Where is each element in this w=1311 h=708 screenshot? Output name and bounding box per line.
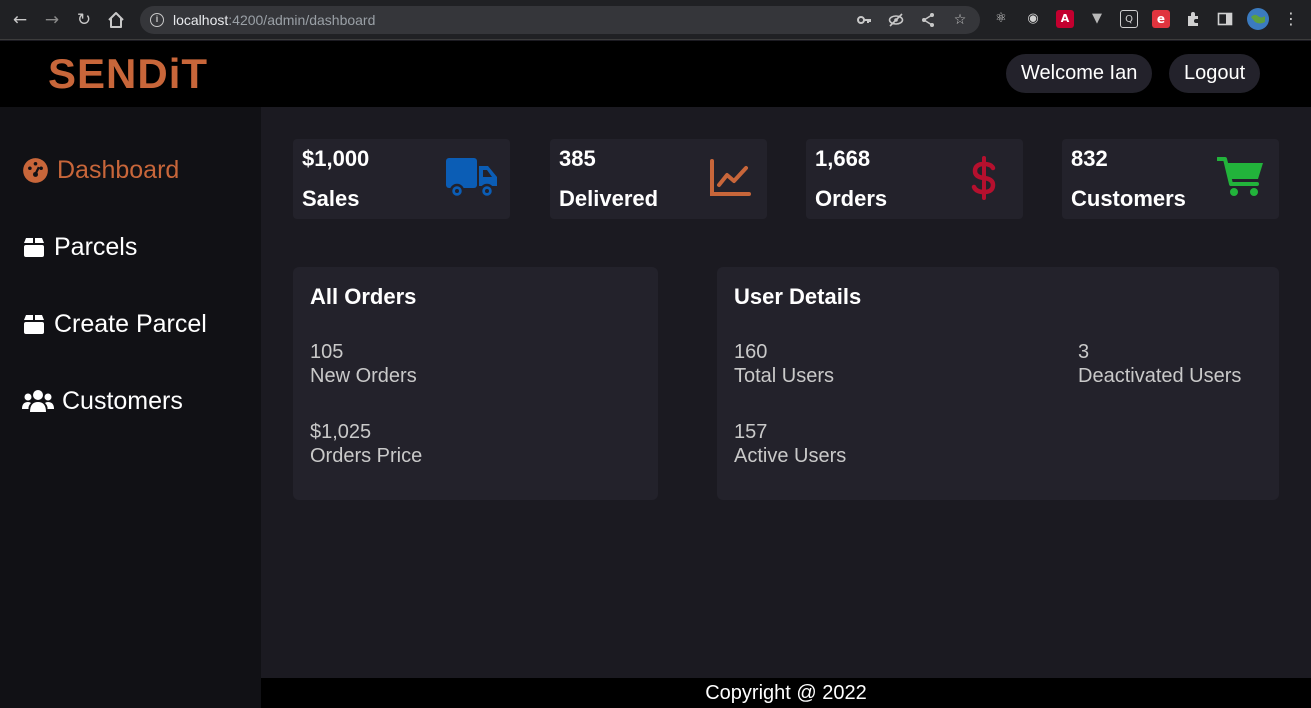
- share-icon[interactable]: [918, 10, 938, 30]
- metric-label: Orders Price: [310, 445, 423, 467]
- stat-value: 832: [1071, 146, 1108, 171]
- all-orders-panel: All Orders 105 New Orders $1,025 Orders …: [293, 267, 658, 500]
- deactivated-users-metric: 3 Deactivated Users: [1078, 340, 1241, 388]
- metric-value: $1,025: [310, 421, 372, 443]
- address-bar[interactable]: i localhost:4200/admin/dashboard ☆: [140, 6, 980, 34]
- sidebar-item-create-parcel[interactable]: Create Parcel: [22, 309, 207, 339]
- metric-value: 105: [310, 341, 344, 363]
- sidebar-item-label: Dashboard: [57, 155, 180, 184]
- user-details-panel: User Details 160 Total Users 3 Deactivat…: [717, 267, 1279, 500]
- sidebar-item-customers[interactable]: Customers: [22, 386, 183, 416]
- stat-value: $1,000: [302, 146, 370, 171]
- sidebar-item-dashboard[interactable]: Dashboard: [22, 155, 179, 185]
- box-icon: [22, 235, 46, 259]
- sendit-logo[interactable]: SENDiT: [48, 50, 208, 98]
- vue-extension-icon[interactable]: ▼: [1088, 10, 1106, 28]
- copyright-text: Copyright @ 2022: [705, 682, 867, 704]
- metric-value: 3: [1078, 341, 1090, 363]
- stat-label: Sales: [302, 186, 360, 211]
- extension-circle-icon[interactable]: ◉: [1024, 10, 1042, 28]
- stat-card-sales[interactable]: $1,000 Sales: [293, 139, 510, 219]
- site-info-icon[interactable]: i: [150, 13, 164, 27]
- browser-toolbar: ← → ↻ i localhost:4200/admin/dashboard ☆…: [0, 0, 1311, 40]
- stat-card-orders[interactable]: 1,668 Orders: [806, 139, 1023, 219]
- metric-value: 160: [734, 341, 768, 363]
- forward-icon[interactable]: →: [40, 8, 64, 32]
- e-extension-icon[interactable]: e: [1152, 10, 1170, 28]
- stat-card-delivered[interactable]: 385 Delivered: [550, 139, 767, 219]
- welcome-button[interactable]: Welcome Ian: [1006, 54, 1153, 93]
- bookmark-star-icon[interactable]: ☆: [950, 10, 970, 30]
- reload-icon[interactable]: ↻: [72, 8, 96, 32]
- dollar-icon: [971, 156, 997, 205]
- metric-label: New Orders: [310, 365, 417, 387]
- home-icon[interactable]: [104, 8, 128, 32]
- sidebar-item-label: Parcels: [54, 232, 138, 261]
- box-icon: [22, 312, 46, 336]
- sidebar-item-label: Customers: [62, 386, 183, 415]
- users-icon: [22, 388, 54, 414]
- metric-label: Deactivated Users: [1078, 365, 1242, 387]
- cart-icon: [1216, 156, 1265, 203]
- search-extension-icon[interactable]: Q: [1120, 10, 1138, 28]
- stat-label: Orders: [815, 186, 888, 211]
- metric-value: 157: [734, 421, 768, 443]
- metric-label: Total Users: [734, 365, 835, 387]
- stat-label: Delivered: [559, 186, 659, 211]
- panel-title: User Details: [734, 284, 862, 309]
- stat-value: 1,668: [815, 146, 871, 171]
- dashboard-icon: [22, 157, 49, 184]
- eye-off-icon[interactable]: [886, 10, 906, 30]
- orders-price-metric: $1,025 Orders Price: [310, 420, 422, 468]
- stat-card-customers[interactable]: 832 Customers: [1062, 139, 1279, 219]
- browser-menu-icon[interactable]: ⋮: [1282, 10, 1300, 28]
- active-users-metric: 157 Active Users: [734, 420, 846, 468]
- app-header: SENDiT Welcome Ian Logout: [0, 41, 1311, 107]
- logout-button[interactable]: Logout: [1169, 54, 1261, 93]
- total-users-metric: 160 Total Users: [734, 340, 834, 388]
- react-devtools-icon[interactable]: ⚛: [992, 10, 1010, 28]
- back-icon[interactable]: ←: [8, 8, 32, 32]
- sidebar: Dashboard Parcels Create Parcel Customer…: [0, 107, 261, 708]
- url-text[interactable]: localhost:4200/admin/dashboard: [173, 12, 375, 28]
- angular-extension-icon[interactable]: A: [1056, 10, 1074, 28]
- new-orders-metric: 105 New Orders: [310, 340, 417, 388]
- stat-label: Customers: [1071, 186, 1186, 211]
- panel-title: All Orders: [310, 284, 417, 309]
- metric-label: Active Users: [734, 445, 847, 467]
- sidebar-item-label: Create Parcel: [54, 309, 207, 338]
- side-panel-icon[interactable]: [1216, 10, 1234, 28]
- profile-avatar-icon[interactable]: [1247, 8, 1269, 30]
- sidebar-item-parcels[interactable]: Parcels: [22, 232, 137, 262]
- stat-value: 385: [559, 146, 596, 171]
- puzzle-extensions-icon[interactable]: [1184, 10, 1202, 28]
- truck-icon: [446, 156, 498, 205]
- footer: Copyright @ 2022: [261, 678, 1311, 708]
- chart-line-icon: [709, 159, 751, 202]
- key-icon[interactable]: [854, 10, 874, 30]
